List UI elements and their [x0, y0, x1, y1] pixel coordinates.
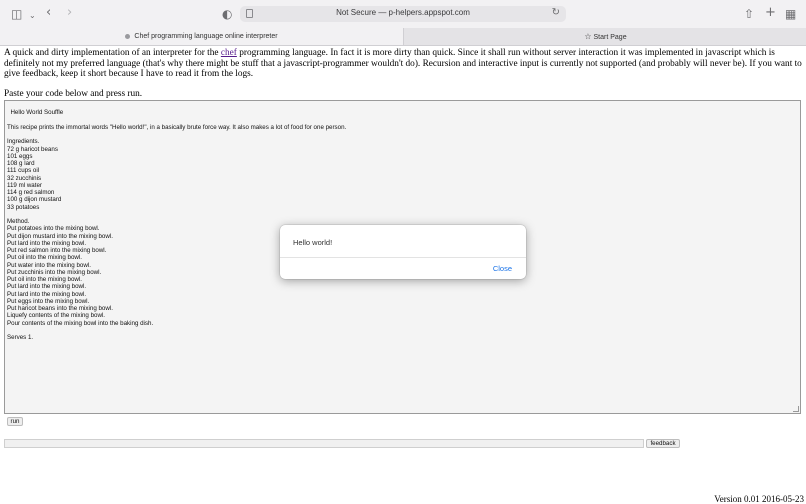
dialog-close-button[interactable]: Close	[493, 264, 512, 273]
browser-toolbar: ◫ ⌄ ‹ › ◐ Not Secure — p-helpers.appspot…	[0, 0, 806, 28]
dialog-divider	[280, 257, 526, 258]
chevron-down-icon[interactable]: ⌄	[29, 9, 36, 23]
tab-bar: Chef programming language online interpr…	[0, 28, 806, 46]
url-text: Not Secure — p-helpers.appspot.com	[336, 8, 470, 17]
back-icon[interactable]: ‹	[46, 6, 51, 20]
favicon-icon	[125, 33, 131, 39]
star-icon: ☆	[584, 32, 592, 41]
address-bar[interactable]: Not Secure — p-helpers.appspot.com ↻	[240, 6, 566, 22]
plus-icon[interactable]: +	[765, 6, 776, 20]
tab-label: Chef programming language online interpr…	[134, 33, 278, 40]
share-icon[interactable]: ⇧	[744, 7, 754, 21]
tab-label: Start Page	[593, 34, 627, 41]
tab-chef-interpreter[interactable]: Chef programming language online interpr…	[0, 28, 403, 45]
dialog-message: Hello world!	[293, 238, 333, 247]
shield-icon[interactable]: ◐	[222, 7, 232, 21]
alert-dialog: Hello world! Close	[280, 225, 526, 279]
tab-start-page[interactable]: ☆ Start Page	[403, 28, 806, 45]
forward-icon[interactable]: ›	[67, 6, 72, 20]
sidebar-icon[interactable]: ◫	[11, 7, 22, 21]
tab-overview-icon[interactable]: ▦	[785, 7, 796, 21]
reload-icon[interactable]: ↻	[552, 7, 560, 18]
